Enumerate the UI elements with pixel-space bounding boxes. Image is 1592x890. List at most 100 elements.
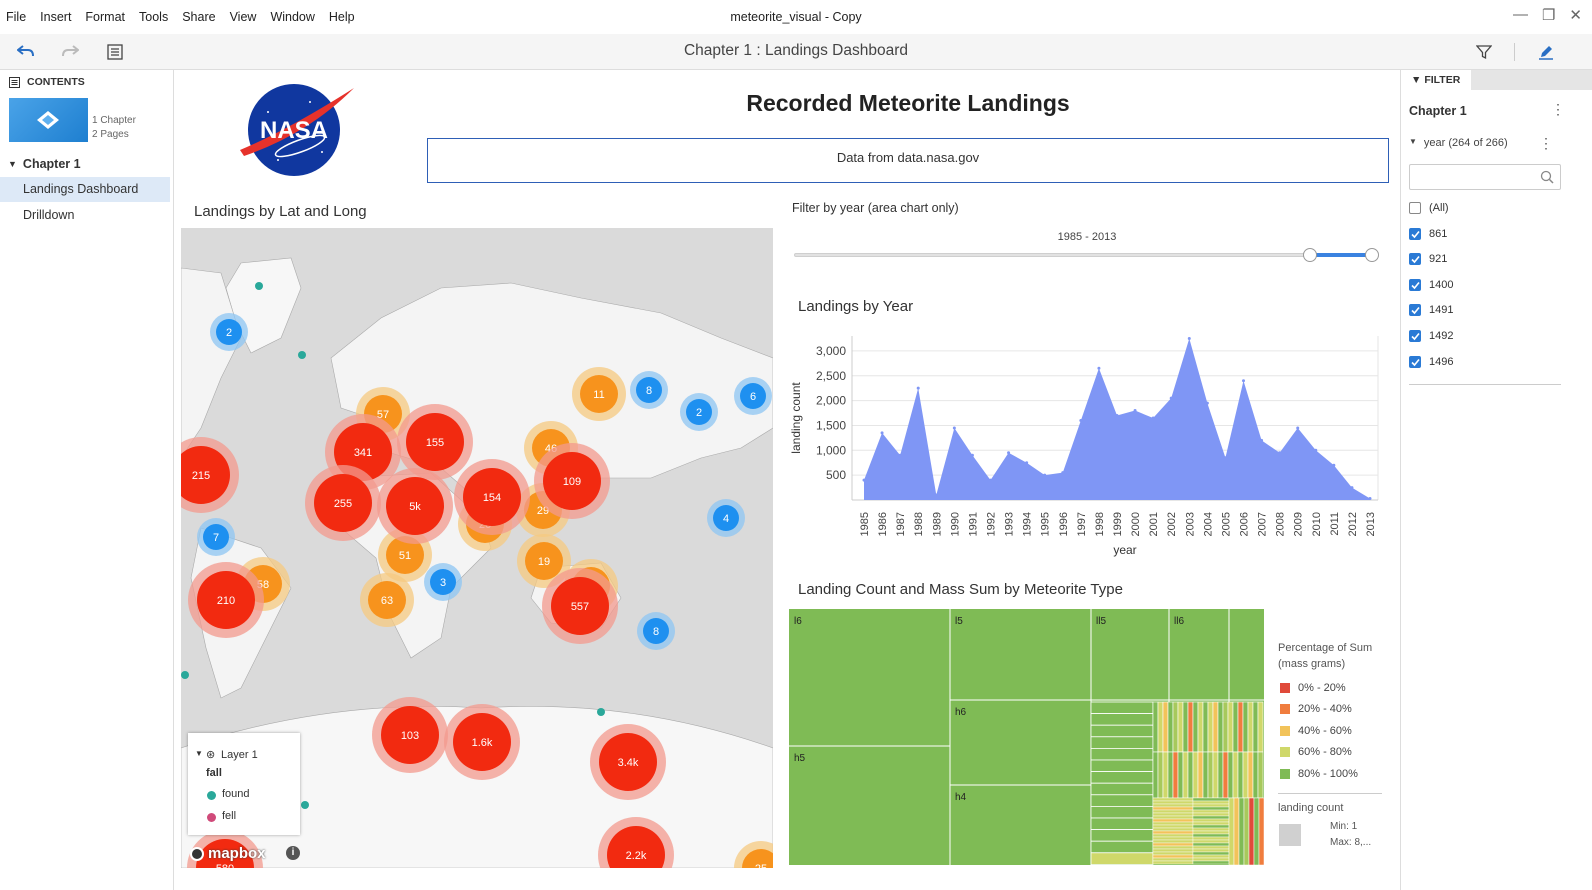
- edit-pencil-icon[interactable]: [1536, 42, 1556, 62]
- landings-by-year-chart[interactable]: 500 1,000 1,500 2,000 2,500 3,000 1985 1986 1987…: [786, 330, 1386, 570]
- chapter-more-icon[interactable]: ⋮: [1551, 101, 1565, 118]
- checkbox-checked[interactable]: [1409, 253, 1421, 265]
- treemap-cell: [1237, 701, 1244, 753]
- menu-format[interactable]: Format: [85, 10, 125, 24]
- filter-search-input[interactable]: [1409, 164, 1561, 190]
- treemap-cell: [1152, 830, 1194, 835]
- map-point: [255, 282, 263, 290]
- area-point: [1314, 448, 1318, 452]
- checkbox[interactable]: [1409, 202, 1421, 214]
- layer-icon: ⊛: [206, 749, 216, 761]
- area-point: [952, 426, 956, 430]
- cluster-count-label: 4: [723, 513, 729, 525]
- checkbox-checked[interactable]: [1409, 304, 1421, 316]
- x-tick-label: 2002: [1166, 512, 1178, 536]
- close-icon[interactable]: ✕: [1569, 6, 1582, 24]
- treemap-label-ll5: ll5: [1096, 616, 1106, 627]
- legend-caret-icon[interactable]: ▼: [195, 749, 203, 758]
- map-cluster-red[interactable]: 3.4k: [590, 724, 666, 800]
- found-swatch: [207, 791, 216, 800]
- x-tick-label: 2012: [1347, 512, 1359, 536]
- menu-view[interactable]: View: [230, 10, 257, 24]
- treemap-label-h4: h4: [955, 792, 967, 803]
- chapter-thumbnail[interactable]: [9, 98, 88, 142]
- page-item-drilldown[interactable]: Drilldown: [0, 203, 170, 228]
- area-point: [1368, 497, 1372, 501]
- menu-tools[interactable]: Tools: [139, 10, 168, 24]
- caret-down-icon: ▼: [1409, 137, 1417, 146]
- undo-icon[interactable]: [16, 42, 36, 62]
- filter-icon[interactable]: [1474, 42, 1494, 62]
- page-item-landings-dashboard[interactable]: Landings Dashboard: [0, 177, 170, 202]
- checkbox-checked[interactable]: [1409, 330, 1421, 342]
- mapbox-attribution[interactable]: mapbox: [190, 845, 266, 862]
- treemap-cell: [1232, 751, 1239, 799]
- filter-item-1491[interactable]: 1491: [1409, 301, 1453, 319]
- menu-file[interactable]: File: [6, 10, 26, 24]
- map-cluster-red[interactable]: 154: [454, 459, 530, 535]
- area-point: [1332, 463, 1336, 467]
- map-cluster-red[interactable]: 1.6k: [444, 704, 520, 780]
- checkbox-checked[interactable]: [1409, 279, 1421, 291]
- checkbox-checked[interactable]: [1409, 228, 1421, 240]
- menu-window[interactable]: Window: [270, 10, 314, 24]
- checkbox-checked[interactable]: [1409, 356, 1421, 368]
- area-point: [1115, 414, 1119, 418]
- menu-help[interactable]: Help: [329, 10, 355, 24]
- info-icon[interactable]: i: [286, 846, 300, 860]
- cluster-count-label: 255: [334, 498, 352, 510]
- map-cluster-blue[interactable]: 3: [424, 563, 462, 601]
- year-filter-field[interactable]: ▼ year (264 of 266): [1409, 137, 1508, 149]
- contents-title: CONTENTS: [27, 76, 85, 88]
- meteorite-type-treemap[interactable]: l6 l5 ll5 ll6 h6 h5 h4: [789, 609, 1264, 865]
- map-cluster-red[interactable]: 103: [372, 697, 448, 773]
- menu-share[interactable]: Share: [182, 10, 215, 24]
- filter-item-921[interactable]: 921: [1409, 250, 1447, 268]
- map-cluster-red[interactable]: 109: [534, 443, 610, 519]
- treemap-cell: [1192, 809, 1230, 814]
- treemap-cell: [1192, 845, 1230, 850]
- map-cluster-red[interactable]: 5k: [377, 468, 453, 544]
- map-cluster-orange[interactable]: 63: [360, 573, 414, 627]
- size-legend-swatch: [1279, 824, 1301, 846]
- treemap-cell: [1212, 701, 1219, 753]
- filter-item-1496[interactable]: 1496: [1409, 353, 1453, 371]
- source-text-box[interactable]: Data from data.nasa.gov: [427, 138, 1389, 183]
- treemap-cell: [1152, 800, 1194, 805]
- redo-icon[interactable]: [60, 42, 80, 62]
- x-tick-label: 1990: [949, 512, 961, 536]
- treemap-cell: [1172, 751, 1179, 799]
- restore-icon[interactable]: ❐: [1542, 6, 1555, 24]
- minimize-icon[interactable]: —: [1513, 6, 1528, 24]
- cluster-count-label: 11: [593, 389, 604, 401]
- chapter-item[interactable]: ▼ Chapter 1: [8, 157, 81, 171]
- filter-item-1400[interactable]: 1400: [1409, 276, 1453, 294]
- map-cluster-blue[interactable]: 8: [630, 371, 668, 409]
- field-more-icon[interactable]: ⋮: [1539, 135, 1553, 152]
- map-cluster-blue[interactable]: 4: [707, 499, 745, 537]
- filter-item-1492[interactable]: 1492: [1409, 327, 1453, 345]
- cluster-count-label: 154: [483, 492, 501, 504]
- map-cluster-blue[interactable]: 2: [680, 393, 718, 431]
- map-cluster-blue[interactable]: 8: [637, 612, 675, 650]
- page-list-icon[interactable]: [105, 42, 125, 62]
- map-cluster-red[interactable]: 557: [542, 568, 618, 644]
- map-cluster-blue[interactable]: 2: [210, 313, 248, 351]
- year-slider-track[interactable]: [794, 253, 1372, 257]
- map-cluster-orange[interactable]: 11: [572, 367, 626, 421]
- chapter-count: 1 Chapter: [92, 115, 136, 126]
- menu-insert[interactable]: Insert: [40, 10, 71, 24]
- map-cluster-blue[interactable]: 7: [197, 518, 235, 556]
- filter-item-all[interactable]: (All): [1409, 199, 1449, 217]
- map-cluster-red[interactable]: 255: [305, 465, 381, 541]
- treemap-cell: [1237, 751, 1244, 799]
- year-slider-high-handle[interactable]: [1365, 248, 1379, 262]
- x-tick-label: 2003: [1184, 512, 1196, 536]
- filter-tab[interactable]: ▼ FILTER: [1401, 70, 1471, 90]
- treemap-cell: [1152, 845, 1194, 850]
- map-cluster-blue[interactable]: 6: [734, 377, 772, 415]
- year-slider-low-handle[interactable]: [1303, 248, 1317, 262]
- map-cluster-red[interactable]: 210: [188, 562, 264, 638]
- treemap-cell: [1227, 751, 1234, 799]
- filter-item-861[interactable]: 861: [1409, 225, 1447, 243]
